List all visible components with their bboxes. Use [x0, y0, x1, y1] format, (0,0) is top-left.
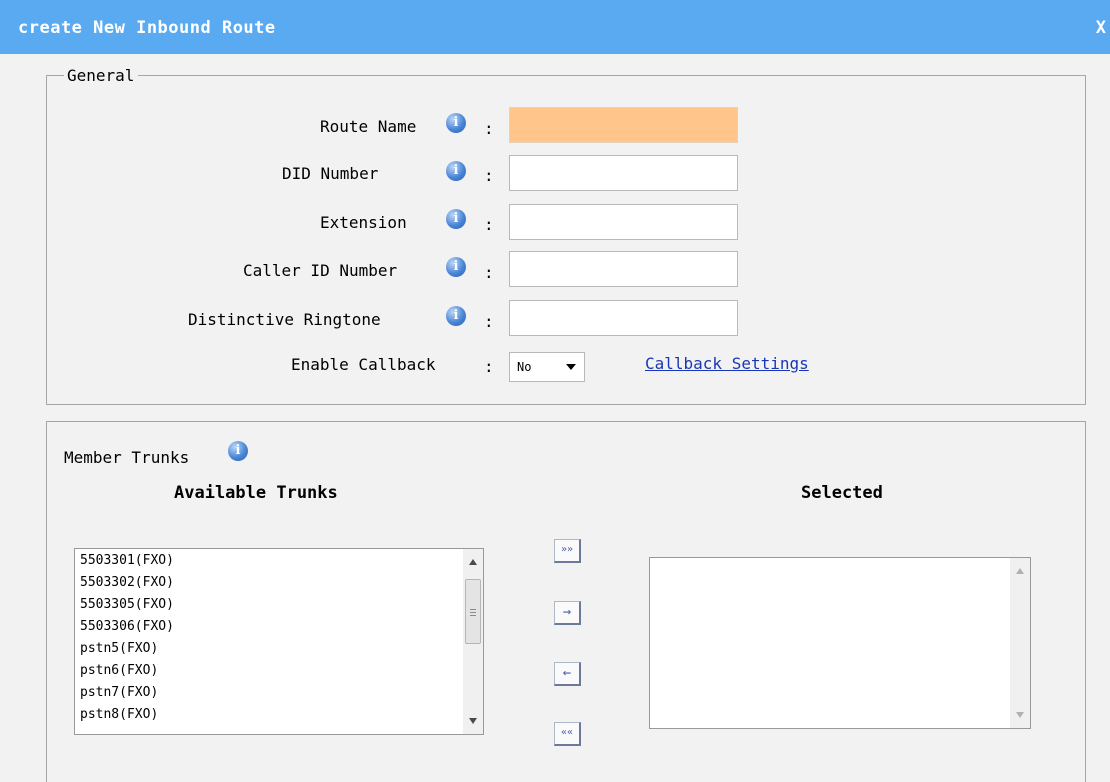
trunk-list-item[interactable]: 5503305(FXO): [80, 597, 174, 612]
did-number-colon: :: [484, 166, 494, 185]
trunk-list-item[interactable]: pstn5(FXO): [80, 641, 158, 656]
selected-trunks-heading: Selected: [801, 483, 883, 503]
route-name-info-icon[interactable]: i: [446, 113, 466, 133]
scroll-down-icon[interactable]: [469, 718, 477, 724]
scroll-up-icon[interactable]: [469, 559, 477, 565]
caller-id-label: Caller ID Number: [243, 261, 398, 280]
caller-id-colon: :: [484, 263, 494, 282]
trunk-list-item[interactable]: pstn8(FXO): [80, 707, 158, 722]
close-button[interactable]: X: [1096, 18, 1106, 38]
ringtone-colon: :: [484, 312, 494, 331]
dialog-title-bar: create New Inbound Route X: [0, 0, 1110, 54]
selected-list-scrollbar[interactable]: [1010, 558, 1030, 728]
caller-id-info-icon[interactable]: i: [446, 257, 466, 277]
available-trunks-heading: Available Trunks: [174, 483, 338, 503]
enable-callback-value: No: [517, 360, 532, 374]
ringtone-label: Distinctive Ringtone: [188, 310, 381, 329]
trunk-list-item[interactable]: pstn6(FXO): [80, 663, 158, 678]
dialog-title: create New Inbound Route: [18, 18, 276, 38]
add-button[interactable]: →: [554, 601, 581, 625]
callback-settings-link[interactable]: Callback Settings: [645, 354, 809, 373]
did-number-input[interactable]: [509, 155, 738, 191]
did-number-label: DID Number: [282, 164, 379, 183]
route-name-colon: :: [484, 119, 494, 138]
general-legend: General: [64, 66, 139, 85]
route-name-label: Route Name: [320, 117, 417, 136]
scroll-down-icon[interactable]: [1016, 712, 1024, 718]
remove-button[interactable]: ←: [554, 662, 581, 686]
remove-all-button[interactable]: ««: [554, 722, 581, 746]
trunk-list-item[interactable]: pstn7(FXO): [80, 685, 158, 700]
chevron-down-icon: [566, 364, 576, 370]
trunk-list-item[interactable]: 5503306(FXO): [80, 619, 174, 634]
member-trunks-label: Member Trunks: [64, 448, 190, 467]
available-trunks-list[interactable]: 5503301(FXO) 5503302(FXO) 5503305(FXO) 5503…: [74, 548, 484, 735]
extension-label: Extension: [320, 213, 407, 232]
enable-callback-select[interactable]: No: [509, 352, 585, 382]
enable-callback-colon: :: [484, 357, 494, 376]
trunk-list-item[interactable]: 5503301(FXO): [80, 553, 174, 568]
caller-id-input[interactable]: [509, 251, 738, 287]
trunk-list-item[interactable]: 5503302(FXO): [80, 575, 174, 590]
enable-callback-label: Enable Callback: [291, 355, 436, 374]
scroll-thumb[interactable]: [465, 579, 481, 644]
add-all-button[interactable]: »»: [554, 539, 581, 563]
ringtone-input[interactable]: [509, 300, 738, 336]
route-name-input[interactable]: [509, 107, 738, 143]
member-trunks-info-icon[interactable]: i: [228, 441, 248, 461]
selected-trunks-list[interactable]: [649, 557, 1031, 729]
ringtone-info-icon[interactable]: i: [446, 306, 466, 326]
did-number-info-icon[interactable]: i: [446, 161, 466, 181]
extension-info-icon[interactable]: i: [446, 209, 466, 229]
available-list-scrollbar[interactable]: [463, 549, 483, 734]
scroll-up-icon[interactable]: [1016, 568, 1024, 574]
extension-colon: :: [484, 215, 494, 234]
extension-input[interactable]: [509, 204, 738, 240]
